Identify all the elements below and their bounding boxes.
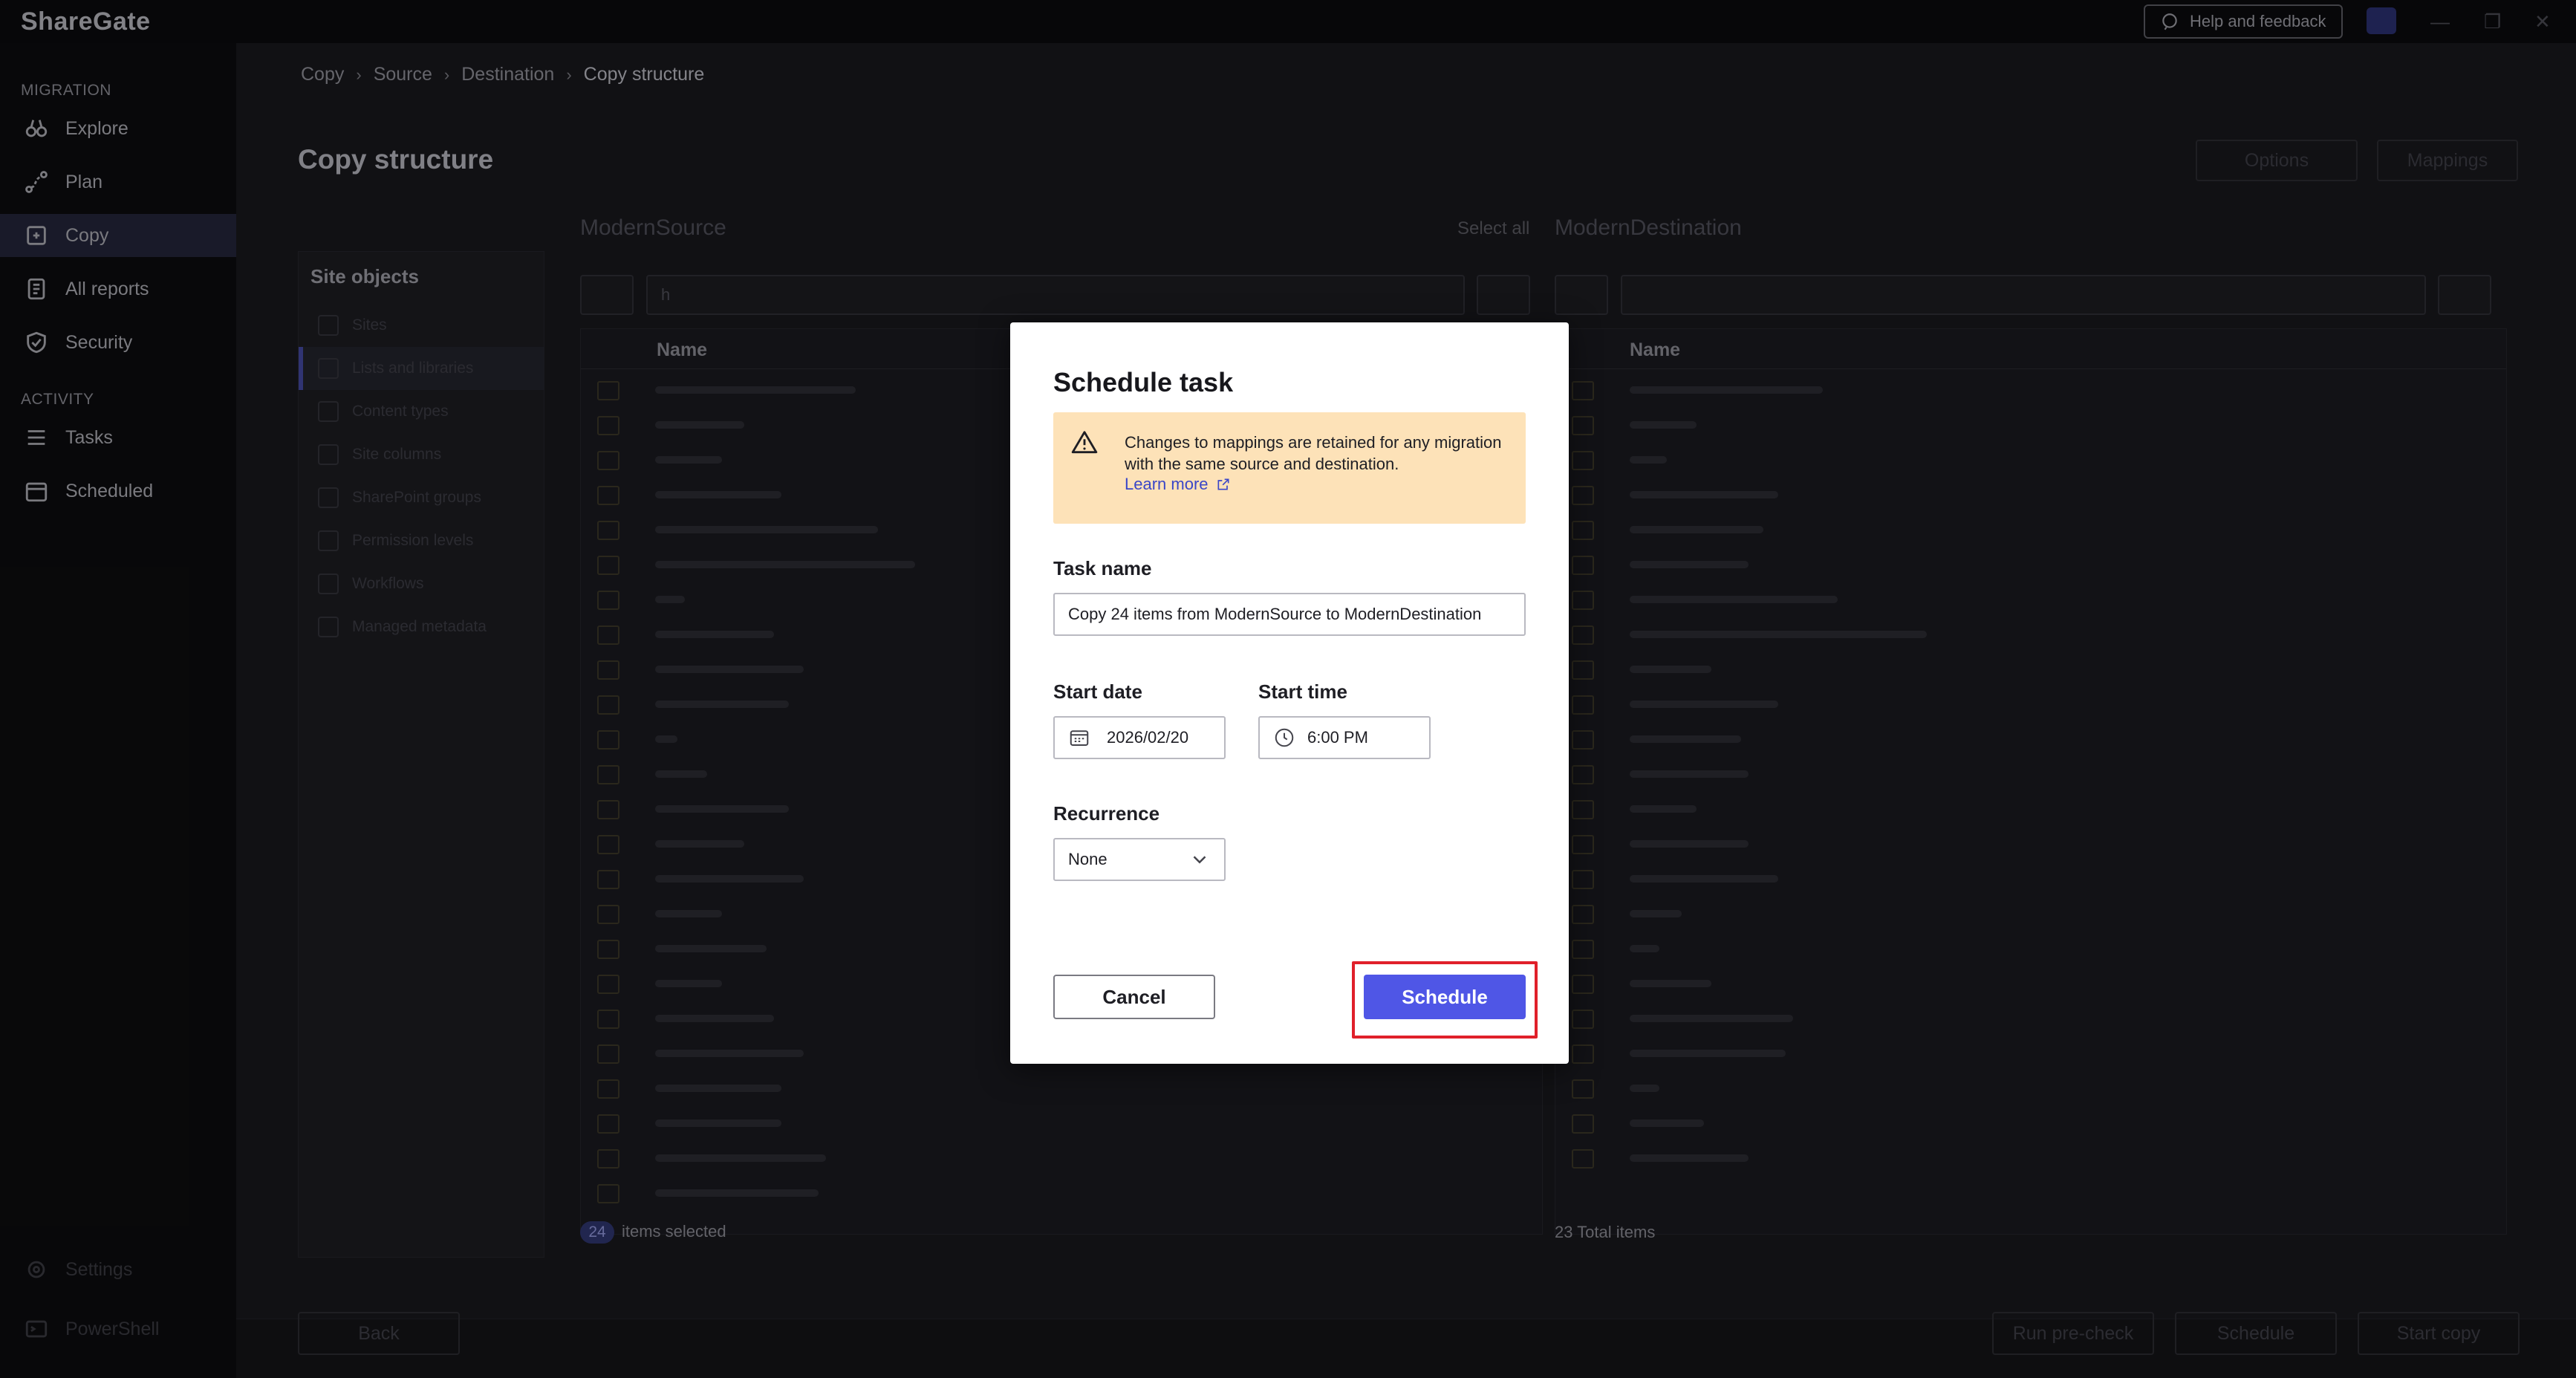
start-date-picker[interactable]: 2026/02/20 (1053, 716, 1226, 759)
cancel-button[interactable]: Cancel (1053, 975, 1215, 1019)
start-time-label: Start time (1258, 680, 1347, 703)
clock-icon (1275, 728, 1294, 747)
calendar-icon (1070, 730, 1089, 746)
start-date-value: 2026/02/20 (1107, 728, 1189, 747)
task-name-input[interactable]: Copy 24 items from ModernSource to Moder… (1053, 593, 1526, 636)
warning-icon (1071, 431, 1098, 454)
schedule-task-dialog: Schedule task Changes to mappings are re… (1010, 322, 1569, 1064)
warning-banner: Changes to mappings are retained for any… (1053, 412, 1526, 524)
schedule-button[interactable]: Schedule (1364, 975, 1526, 1019)
task-name-label: Task name (1053, 557, 1152, 579)
start-time-value: 6:00 PM (1307, 728, 1368, 747)
warning-text: Changes to mappings are retained for any… (1125, 433, 1502, 473)
learn-more-link[interactable]: Learn more (1125, 475, 1231, 494)
learn-more-label: Learn more (1125, 475, 1209, 493)
start-date-label: Start date (1053, 680, 1142, 703)
recurrence-value: None (1068, 850, 1108, 868)
start-time-picker[interactable]: 6:00 PM (1258, 716, 1431, 759)
chevron-down-icon (1193, 856, 1206, 864)
recurrence-select[interactable]: None (1053, 838, 1226, 881)
recurrence-label: Recurrence (1053, 802, 1160, 825)
dialog-title: Schedule task (1053, 367, 1234, 397)
external-link-icon (1217, 478, 1229, 490)
